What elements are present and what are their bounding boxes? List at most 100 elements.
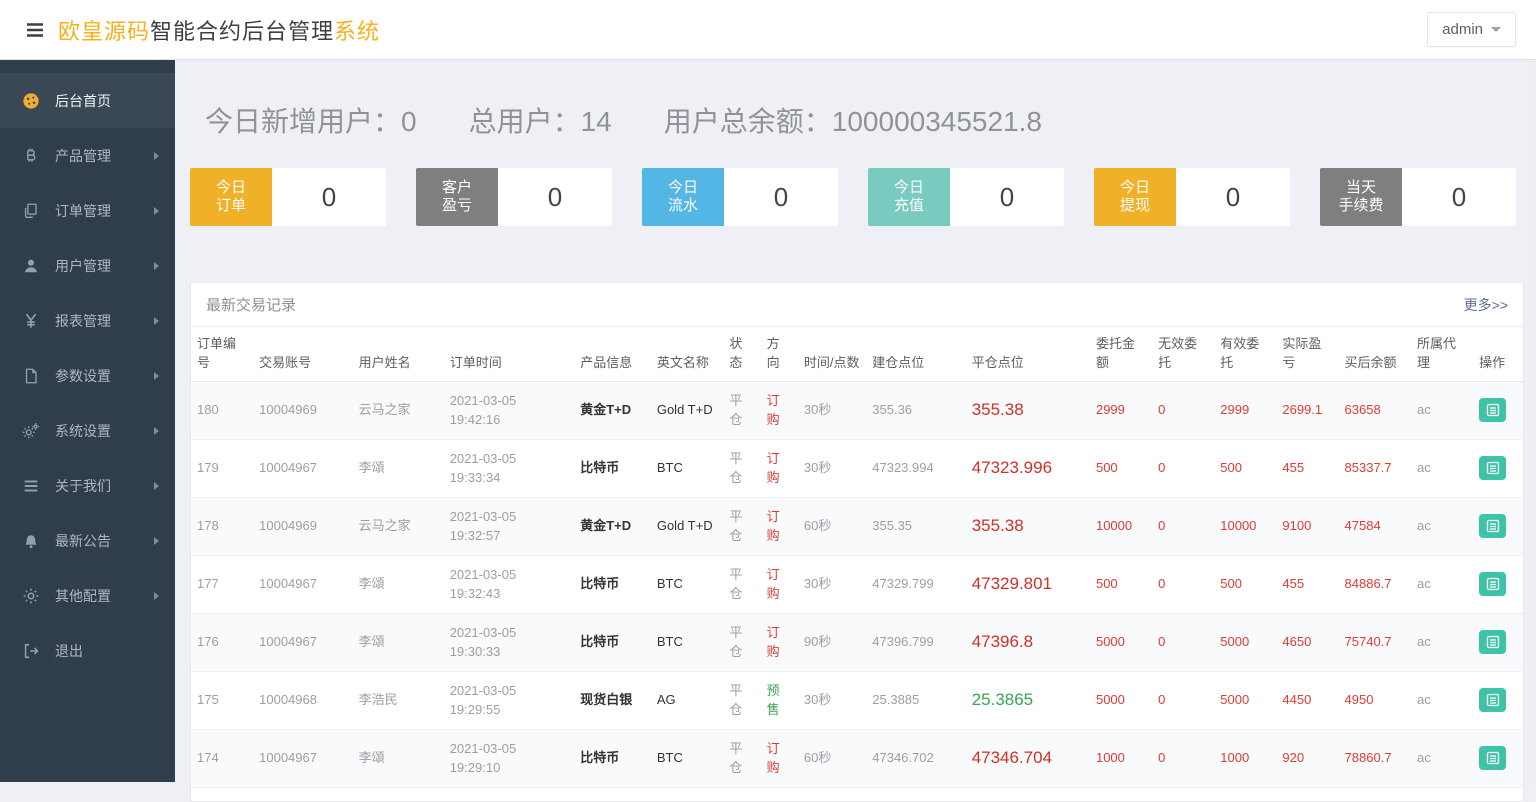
panel-title: 最新交易记录 (206, 294, 296, 315)
chevron-right-icon (154, 537, 159, 545)
cell-action (1473, 729, 1523, 787)
column-header: 实际盈亏 (1276, 327, 1338, 381)
view-order-button[interactable] (1479, 630, 1506, 654)
cell-order-time: 2021-03-0519:30:33 (444, 613, 575, 671)
view-order-button[interactable] (1479, 688, 1506, 712)
sidebar-item-label: 订单管理 (55, 201, 111, 221)
cell-balance-after: 63658 (1339, 381, 1412, 439)
cell-agent: ac (1411, 729, 1473, 787)
sidebar-item-reports[interactable]: 报表管理 (0, 293, 175, 348)
table-row: 17510004968李浩民2021-03-0519:29:55现货白银AG平仓… (191, 671, 1523, 729)
cell-actual-pnl: 920 (1276, 729, 1338, 787)
sidebar-item-products[interactable]: 产品管理 (0, 128, 175, 183)
stat-card-today-deposits: 今日 充值 0 (868, 168, 1064, 226)
stat-card-value: 0 (272, 168, 386, 226)
summary-new-users-value: 0 (401, 106, 417, 137)
cell-account: 10004969 (253, 381, 352, 439)
user-name: admin (1442, 21, 1483, 38)
cell-order-id: 176 (191, 613, 253, 671)
view-order-button[interactable] (1479, 398, 1506, 422)
cell-balance-after: 84886.7 (1339, 555, 1412, 613)
cell-en-name: Gold T+D (651, 381, 724, 439)
table-row: 17910004967李頌2021-03-0519:33:34比特币BTC平仓订… (191, 439, 1523, 497)
cell-open-price: 355.36 (866, 381, 965, 439)
cell-account: 10004967 (253, 729, 352, 787)
cell-order-id: 175 (191, 671, 253, 729)
view-order-button[interactable] (1479, 746, 1506, 770)
cell-product: 比特币 (574, 439, 651, 497)
column-header: 订单时间 (444, 327, 575, 381)
cell-order-time: 2021-03-0519:29:55 (444, 671, 575, 729)
cell-valid-entrust: 1000 (1214, 729, 1276, 787)
cell-actual-pnl: 9100 (1276, 497, 1338, 555)
sidebar-item-parameters[interactable]: 参数设置 (0, 348, 175, 403)
view-order-button[interactable] (1479, 514, 1506, 538)
column-header: 操作 (1473, 327, 1523, 381)
stat-card-label: 当天 手续费 (1320, 168, 1402, 226)
cell-product: 现货白银 (574, 671, 651, 729)
cell-agent: ac (1411, 613, 1473, 671)
cell-status: 平仓 (723, 613, 760, 671)
more-link[interactable]: 更多>> (1464, 295, 1508, 315)
cell-status: 平仓 (723, 555, 760, 613)
cell-valid-entrust: 10000 (1214, 497, 1276, 555)
view-order-button[interactable] (1479, 456, 1506, 480)
sign-out-icon (22, 642, 42, 660)
cell-duration: 30秒 (798, 439, 866, 497)
cell-close-price: 47346.704 (966, 729, 1090, 787)
column-header: 产品信息 (574, 327, 651, 381)
cell-en-name: BTC (651, 729, 724, 787)
cell-order-id: 179 (191, 439, 253, 497)
sidebar-item-users[interactable]: 用户管理 (0, 238, 175, 293)
cell-invalid-entrust: 0 (1152, 729, 1214, 787)
page-scrollbar[interactable] (1528, 60, 1536, 782)
cell-close-price: 47396.8 (966, 613, 1090, 671)
table-row: 17810004969云马之家2021-03-0519:32:57黄金T+DGo… (191, 497, 1523, 555)
chevron-right-icon (154, 262, 159, 270)
trades-header-row: 订单编号交易账号用户姓名订单时间产品信息英文名称状态方向时间/点数建仓点位平仓点… (191, 327, 1523, 381)
cell-product: 比特币 (574, 613, 651, 671)
sidebar-item-label: 产品管理 (55, 146, 111, 166)
stat-card-today-orders: 今日 订单 0 (190, 168, 386, 226)
sidebar-item-orders[interactable]: 订单管理 (0, 183, 175, 238)
app-title-prefix: 欧皇源码 (58, 19, 150, 44)
cell-order-id: 180 (191, 381, 253, 439)
cell-action (1473, 671, 1523, 729)
cell-invalid-entrust: 0 (1152, 439, 1214, 497)
cell-action (1473, 613, 1523, 671)
column-header: 英文名称 (651, 327, 724, 381)
cell-account: 10004968 (253, 671, 352, 729)
app-title-middle: 智能合约后台管理 (150, 19, 334, 44)
column-header: 状态 (723, 327, 760, 381)
user-menu-dropdown[interactable]: admin (1427, 12, 1516, 47)
summary-total-users: 总用户：14 (469, 100, 612, 140)
view-order-button[interactable] (1479, 572, 1506, 596)
cell-duration: 30秒 (798, 671, 866, 729)
cell-balance-after: 78860.7 (1339, 729, 1412, 787)
main-content: 今日新增用户：0 总用户：14 用户总余额：100000345521.8 今日 … (175, 60, 1536, 782)
bell-icon (22, 532, 42, 550)
sidebar-item-dashboard[interactable]: 后台首页 (0, 73, 175, 128)
cell-entrust-amount: 1000 (1090, 729, 1152, 787)
cell-entrust-amount: 5000 (1090, 613, 1152, 671)
cell-close-price: 47323.996 (966, 439, 1090, 497)
panel-header: 最新交易记录 更多>> (191, 283, 1523, 327)
sidebar-item-other-config[interactable]: 其他配置 (0, 568, 175, 623)
cell-close-price: 25.3865 (966, 671, 1090, 729)
sidebar-item-system-settings[interactable]: 系统设置 (0, 403, 175, 458)
stat-card-label: 今日 提现 (1094, 168, 1176, 226)
cell-order-time: 2021-03-0519:32:57 (444, 497, 575, 555)
hamburger-menu-icon[interactable] (20, 15, 50, 45)
cell-order-id: 174 (191, 729, 253, 787)
sidebar-item-announcements[interactable]: 最新公告 (0, 513, 175, 568)
table-row: 18010004969云马之家2021-03-0519:42:16黄金T+DGo… (191, 381, 1523, 439)
cell-order-time: 2021-03-0519:29:10 (444, 729, 575, 787)
stat-cards-row: 今日 订单 0 客户 盈亏 0 今日 流水 0 今日 充值 0 今日 提现 0 … (190, 168, 1524, 226)
cell-action (1473, 497, 1523, 555)
sidebar-item-logout[interactable]: 退出 (0, 623, 175, 678)
summary-new-users: 今日新增用户：0 (205, 100, 417, 140)
column-header: 订单编号 (191, 327, 253, 381)
cell-valid-entrust: 5000 (1214, 613, 1276, 671)
sidebar-item-about[interactable]: 关于我们 (0, 458, 175, 513)
cell-user-name: 李頌 (353, 555, 444, 613)
